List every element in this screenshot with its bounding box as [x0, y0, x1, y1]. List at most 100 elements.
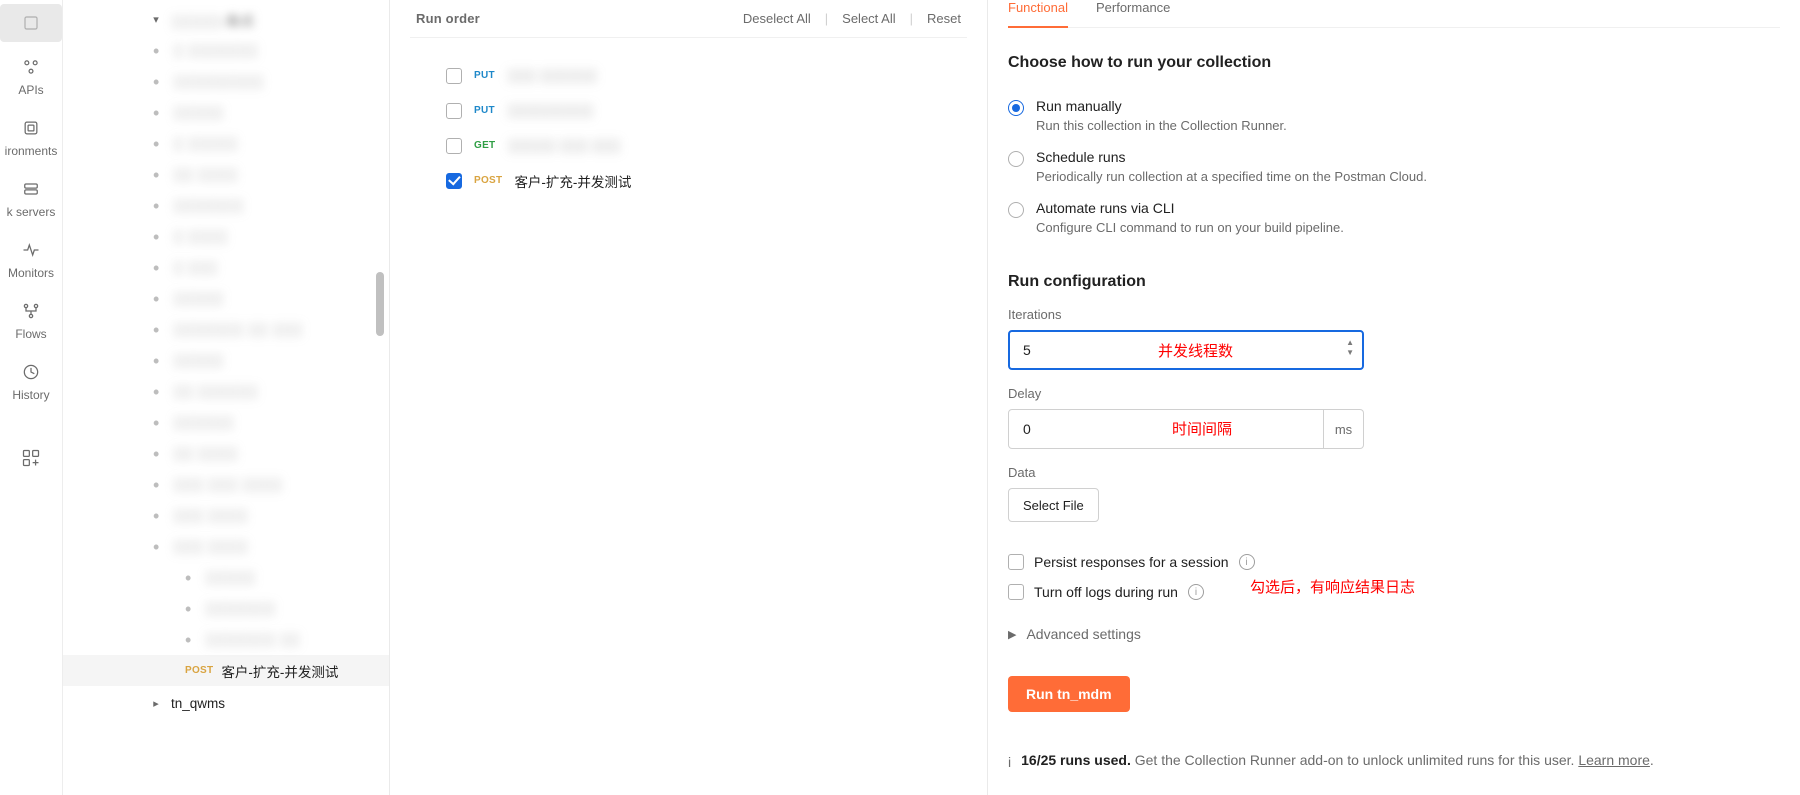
learn-more-link[interactable]: Learn more: [1578, 752, 1650, 768]
tab-functional[interactable]: Functional: [1008, 0, 1068, 28]
chevron-down-icon: ▾: [149, 13, 163, 26]
choose-how-heading: Choose how to run your collection: [1008, 54, 1780, 72]
persist-responses-checkbox[interactable]: [1008, 554, 1024, 570]
iterations-stepper[interactable]: ▲▼: [1346, 339, 1354, 357]
run-mode-description: Configure CLI command to run on your bui…: [1036, 220, 1344, 235]
collection-item[interactable]: •░░ ░░░░: [63, 159, 390, 190]
collection-item[interactable]: •░░░ ░░░░: [63, 531, 390, 562]
collection-folder[interactable]: ▾░░░░░-集成: [63, 4, 390, 35]
run-item-checkbox[interactable]: [446, 103, 462, 119]
run-item-checkbox[interactable]: [446, 68, 462, 84]
collection-item[interactable]: •░ ░░░░░: [63, 128, 390, 159]
run-config-panel: Functional Performance Choose how to run…: [988, 0, 1800, 795]
collection-item[interactable]: •░░░ ░░░░: [63, 500, 390, 531]
collection-sidebar: ▾░░░░░-集成•░ ░░░░░░░•░░░░░░░░░•░░░░░•░ ░░…: [63, 0, 390, 795]
rail-apis[interactable]: APIs: [2, 46, 60, 107]
collection-item[interactable]: •░ ░░░░: [63, 221, 390, 252]
collection-item[interactable]: •░░░░░░░: [63, 593, 390, 624]
callout-persist: 勾选后，有响应结果日志: [1250, 576, 1415, 597]
run-order-item[interactable]: PUT ░░░░░░░░░: [416, 93, 961, 128]
run-item-label: ░░░░░░░░░: [507, 103, 593, 118]
data-label: Data: [1008, 465, 1780, 480]
info-icon[interactable]: i: [1239, 554, 1255, 570]
rail-monitors[interactable]: Monitors: [2, 229, 60, 290]
run-mode-description: Run this collection in the Collection Ru…: [1036, 118, 1287, 133]
sidebar-scrollbar[interactable]: [376, 272, 384, 336]
run-mode-option[interactable]: Run manually Run this collection in the …: [1008, 90, 1780, 141]
collection-item[interactable]: •░ ░░░: [63, 252, 390, 283]
run-item-checkbox[interactable]: [446, 138, 462, 154]
rail-collections-selected[interactable]: [0, 4, 62, 42]
info-icon[interactable]: i: [1188, 584, 1204, 600]
run-item-label: 客户-扩充-并发测试: [514, 171, 631, 191]
collection-item[interactable]: •░░ ░░░░░░: [63, 376, 390, 407]
deselect-all-button[interactable]: Deselect All: [743, 11, 811, 26]
add-tile-icon[interactable]: [21, 448, 41, 468]
callout-delay: 时间间隔: [1172, 418, 1232, 439]
api-icon: [21, 57, 41, 77]
delay-unit: ms: [1324, 409, 1364, 449]
turn-off-logs-label: Turn off logs during run: [1034, 584, 1178, 600]
rail-environments[interactable]: ironments: [2, 107, 60, 168]
reset-button[interactable]: Reset: [927, 11, 961, 26]
run-item-label: ░░░░░ ░░░ ░░░: [507, 138, 620, 153]
iterations-label: Iterations: [1008, 307, 1780, 322]
collection-item-selected[interactable]: POST客户-扩充-并发测试: [63, 655, 390, 686]
run-mode-option[interactable]: Automate runs via CLI Configure CLI comm…: [1008, 192, 1780, 243]
collection-item[interactable]: •░░░░░░░░░: [63, 66, 390, 97]
radio-button[interactable]: [1008, 151, 1024, 167]
run-order-item[interactable]: PUT ░░░ ░░░░░░: [416, 58, 961, 93]
collection-item[interactable]: •░░░░░: [63, 283, 390, 314]
run-mode-description: Periodically run collection at a specifi…: [1036, 169, 1427, 184]
collection-item[interactable]: •░░░░░░░ ░░: [63, 624, 390, 655]
radio-button[interactable]: [1008, 100, 1024, 116]
method-badge: PUT: [474, 70, 495, 81]
collection-item[interactable]: •░░░░░: [63, 345, 390, 376]
run-order-header: Run order Deselect All | Select All | Re…: [410, 0, 967, 38]
method-badge: GET: [474, 140, 495, 151]
run-configuration-heading: Run configuration: [1008, 273, 1780, 291]
collection-item[interactable]: •░░░ ░░░ ░░░░: [63, 469, 390, 500]
collection-item[interactable]: •░░░░░░░ ░░ ░░░: [63, 314, 390, 345]
run-order-title: Run order: [416, 11, 480, 26]
environments-icon: [21, 118, 41, 138]
runs-usage-note: i 16/25 runs used. Get the Collection Ru…: [1008, 752, 1780, 770]
delay-input[interactable]: [1008, 409, 1324, 449]
select-file-button[interactable]: Select File: [1008, 488, 1099, 522]
radio-button[interactable]: [1008, 202, 1024, 218]
monitors-icon: [21, 240, 41, 260]
run-item-label: ░░░ ░░░░░░: [507, 68, 597, 83]
run-item-checkbox[interactable]: [446, 173, 462, 189]
rail-mock-servers[interactable]: k servers: [2, 168, 60, 229]
history-icon: [21, 362, 41, 382]
collection-item[interactable]: •░ ░░░░░░░: [63, 35, 390, 66]
advanced-settings-toggle[interactable]: ▶ Advanced settings: [1008, 626, 1780, 642]
collection-item[interactable]: •░░ ░░░░: [63, 438, 390, 469]
chevron-right-icon: ▶: [1008, 628, 1016, 641]
collection-folder[interactable]: ▸tn_qwms: [63, 686, 390, 720]
collection-item[interactable]: •░░░░░░: [63, 407, 390, 438]
select-all-button[interactable]: Select All: [842, 11, 895, 26]
run-order-item[interactable]: POST 客户-扩充-并发测试: [416, 163, 961, 198]
tab-performance[interactable]: Performance: [1096, 0, 1170, 28]
delay-label: Delay: [1008, 386, 1780, 401]
callout-iterations: 并发线程数: [1158, 340, 1233, 361]
run-order-actions: Deselect All | Select All | Reset: [743, 11, 961, 26]
mock-servers-icon: [21, 179, 41, 199]
collection-item[interactable]: •░░░░░: [63, 97, 390, 128]
collection-item[interactable]: •░░░░░: [63, 562, 390, 593]
rail-flows[interactable]: Flows: [2, 290, 60, 351]
run-order-panel: Run order Deselect All | Select All | Re…: [390, 0, 988, 795]
run-mode-label: Run manually: [1036, 98, 1287, 114]
method-badge: POST: [474, 175, 502, 186]
rail-history[interactable]: History: [2, 351, 60, 412]
run-mode-label: Automate runs via CLI: [1036, 200, 1344, 216]
collection-item[interactable]: •░░░░░░░: [63, 190, 390, 221]
method-badge: POST: [185, 665, 213, 676]
run-collection-button[interactable]: Run tn_mdm: [1008, 676, 1130, 712]
flows-icon: [21, 301, 41, 321]
run-mode-option[interactable]: Schedule runs Periodically run collectio…: [1008, 141, 1780, 192]
turn-off-logs-checkbox[interactable]: [1008, 584, 1024, 600]
run-order-item[interactable]: GET ░░░░░ ░░░ ░░░: [416, 128, 961, 163]
config-tabs: Functional Performance: [1008, 0, 1780, 28]
